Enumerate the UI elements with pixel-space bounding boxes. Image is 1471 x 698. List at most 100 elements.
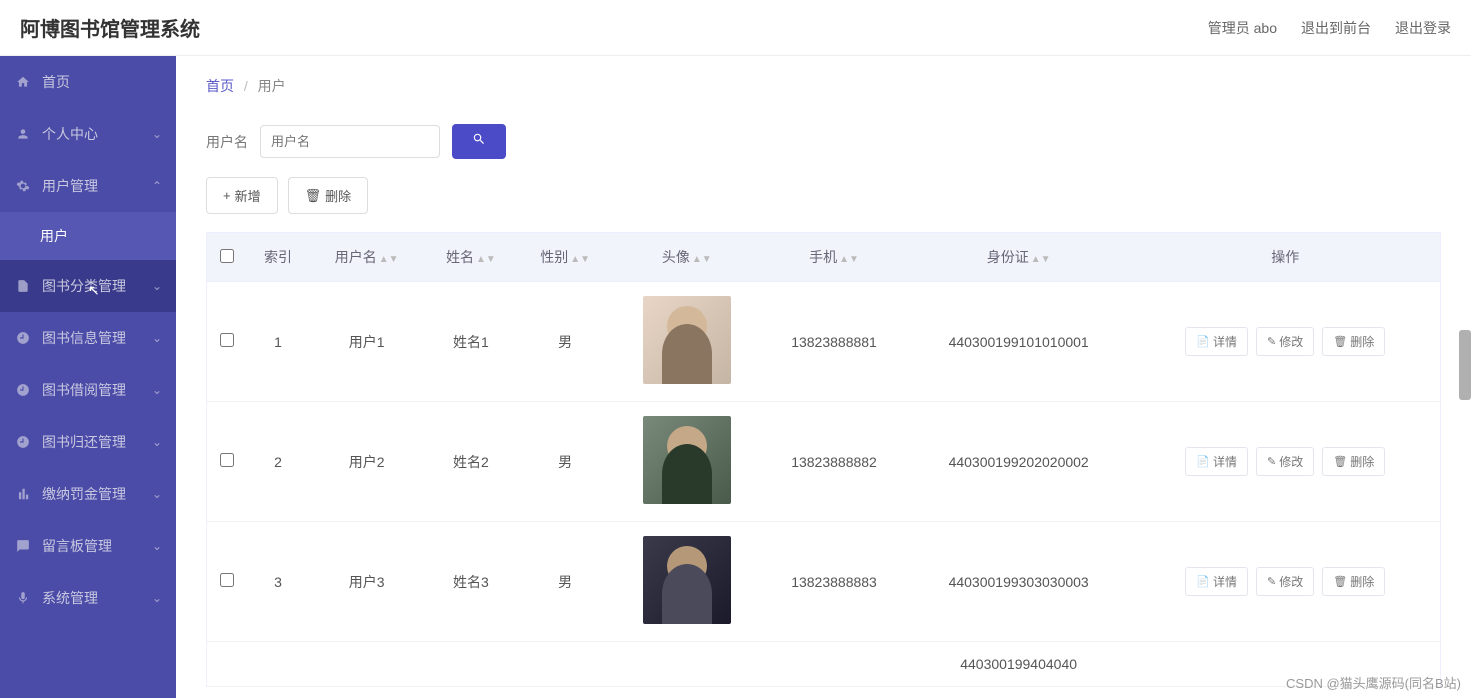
search-row: 用户名 bbox=[206, 124, 1441, 159]
chat-icon bbox=[16, 539, 32, 553]
cell-idcard: 440300199303030003 bbox=[907, 522, 1131, 642]
cell-username: 用户1 bbox=[310, 282, 424, 402]
admin-link[interactable]: 管理员 abo bbox=[1208, 18, 1277, 38]
breadcrumb-home[interactable]: 首页 bbox=[206, 78, 234, 94]
clock-icon bbox=[16, 331, 32, 345]
chevron-down-icon: ⌄ bbox=[152, 383, 162, 397]
sidebar-item-label: 缴纳罚金管理 bbox=[42, 484, 126, 504]
detail-icon: 📄 bbox=[1196, 575, 1210, 588]
breadcrumb-current: 用户 bbox=[258, 78, 286, 94]
chevron-up-icon: ⌃ bbox=[152, 179, 162, 193]
column-header[interactable]: 手机▲▼ bbox=[761, 233, 907, 282]
breadcrumb-separator: / bbox=[244, 78, 248, 94]
column-header[interactable]: 性别▲▼ bbox=[518, 233, 612, 282]
detail-button[interactable]: 📄详情 bbox=[1185, 447, 1248, 476]
chevron-down-icon: ⌄ bbox=[152, 435, 162, 449]
select-all-checkbox[interactable] bbox=[220, 249, 234, 263]
cell-avatar bbox=[612, 282, 761, 402]
sidebar-item-8[interactable]: 留言板管理⌄ bbox=[0, 520, 176, 572]
row-actions: 📄详情 ✎修改 🗑删除 bbox=[1138, 447, 1432, 476]
edit-button[interactable]: ✎修改 bbox=[1256, 447, 1314, 476]
clock-icon bbox=[16, 383, 32, 397]
clock-icon bbox=[16, 435, 32, 449]
gear-icon bbox=[16, 179, 32, 193]
detail-button[interactable]: 📄详情 bbox=[1185, 567, 1248, 596]
trash-icon: 🗑 bbox=[1333, 455, 1347, 468]
sort-icon: ▲▼ bbox=[476, 254, 496, 265]
logout-link[interactable]: 退出登录 bbox=[1395, 18, 1451, 38]
cell-name: 姓名2 bbox=[424, 402, 518, 522]
detail-icon: 📄 bbox=[1196, 455, 1210, 468]
add-button[interactable]: + 新增 bbox=[206, 177, 278, 214]
chevron-down-icon: ⌄ bbox=[152, 487, 162, 501]
sidebar-item-5[interactable]: 图书借阅管理⌄ bbox=[0, 364, 176, 416]
search-button[interactable] bbox=[452, 124, 506, 159]
delete-button[interactable]: 🗑 删除 bbox=[288, 177, 369, 214]
search-input[interactable] bbox=[260, 125, 440, 158]
sidebar-item-0[interactable]: 首页 bbox=[0, 56, 176, 108]
sidebar-subitem[interactable]: 用户 bbox=[0, 212, 176, 260]
avatar bbox=[643, 416, 731, 504]
watermark: CSDN @猫头鹰源码(同名B站) bbox=[1286, 673, 1461, 692]
cell-avatar bbox=[612, 522, 761, 642]
edit-button[interactable]: ✎修改 bbox=[1256, 327, 1314, 356]
sidebar-item-label: 首页 bbox=[42, 72, 70, 92]
cell-idcard: 440300199404040 bbox=[907, 642, 1131, 687]
cell-gender: 男 bbox=[518, 522, 612, 642]
sort-icon: ▲▼ bbox=[379, 254, 399, 265]
home-icon bbox=[16, 75, 32, 89]
column-header[interactable]: 头像▲▼ bbox=[612, 233, 761, 282]
column-header[interactable]: 用户名▲▼ bbox=[310, 233, 424, 282]
sidebar-item-1[interactable]: 个人中心⌄ bbox=[0, 108, 176, 160]
chevron-down-icon: ⌄ bbox=[152, 591, 162, 605]
row-checkbox[interactable] bbox=[220, 453, 234, 467]
sidebar-item-7[interactable]: 缴纳罚金管理 ⌄ bbox=[0, 468, 176, 520]
exit-front-link[interactable]: 退出到前台 bbox=[1301, 18, 1371, 38]
row-actions: 📄详情 ✎修改 🗑删除 bbox=[1138, 327, 1432, 356]
main-content: 首页 / 用户 用户名 + 新增 🗑 删除 索引用户名▲▼姓名▲▼性别▲▼头像▲… bbox=[176, 56, 1471, 698]
edit-icon: ✎ bbox=[1267, 335, 1276, 348]
sidebar-item-label: 用户管理 bbox=[42, 176, 98, 196]
edit-icon: ✎ bbox=[1267, 455, 1276, 468]
cell-name: 姓名3 bbox=[424, 522, 518, 642]
sidebar-item-label: 个人中心 bbox=[42, 124, 98, 144]
sidebar-item-3[interactable]: 图书分类管理⌄ bbox=[0, 260, 176, 312]
sort-icon: ▲▼ bbox=[692, 254, 712, 265]
edit-icon: ✎ bbox=[1267, 575, 1276, 588]
cell-idcard: 440300199202020002 bbox=[907, 402, 1131, 522]
search-icon bbox=[472, 132, 486, 146]
cell-name: 姓名1 bbox=[424, 282, 518, 402]
sidebar-item-label: 系统管理 bbox=[42, 588, 98, 608]
row-delete-button[interactable]: 🗑删除 bbox=[1322, 567, 1385, 596]
avatar bbox=[643, 296, 731, 384]
sidebar-item-4[interactable]: 图书信息管理⌄ bbox=[0, 312, 176, 364]
sort-icon: ▲▼ bbox=[1031, 254, 1051, 265]
cell-index: 1 bbox=[247, 282, 310, 402]
column-header[interactable]: 姓名▲▼ bbox=[424, 233, 518, 282]
cell-phone: 13823888881 bbox=[761, 282, 907, 402]
sidebar: 首页个人中心⌄用户管理⌃用户图书分类管理⌄图书信息管理⌄图书借阅管理⌄图书归还管… bbox=[0, 56, 176, 698]
detail-button[interactable]: 📄详情 bbox=[1185, 327, 1248, 356]
bar-icon bbox=[16, 487, 32, 501]
row-checkbox[interactable] bbox=[220, 333, 234, 347]
row-actions: 📄详情 ✎修改 🗑删除 bbox=[1138, 567, 1432, 596]
column-header[interactable]: 身份证▲▼ bbox=[907, 233, 1131, 282]
app-title: 阿博图书馆管理系统 bbox=[20, 13, 200, 42]
chevron-down-icon: ⌄ bbox=[152, 331, 162, 345]
add-button-label: 新增 bbox=[235, 186, 261, 205]
sidebar-item-6[interactable]: 图书归还管理⌄ bbox=[0, 416, 176, 468]
cell-phone: 13823888883 bbox=[761, 522, 907, 642]
scrollbar[interactable] bbox=[1459, 330, 1471, 400]
edit-button[interactable]: ✎修改 bbox=[1256, 567, 1314, 596]
cell-gender: 男 bbox=[518, 282, 612, 402]
trash-icon: 🗑 bbox=[1333, 335, 1347, 348]
column-header: 操作 bbox=[1130, 233, 1440, 282]
row-delete-button[interactable]: 🗑删除 bbox=[1322, 327, 1385, 356]
column-header: 索引 bbox=[247, 233, 310, 282]
breadcrumb: 首页 / 用户 bbox=[206, 76, 1441, 96]
row-delete-button[interactable]: 🗑删除 bbox=[1322, 447, 1385, 476]
sidebar-item-9[interactable]: 系统管理 ⌄ bbox=[0, 572, 176, 624]
row-checkbox[interactable] bbox=[220, 573, 234, 587]
chevron-down-icon: ⌄ bbox=[152, 279, 162, 293]
sidebar-item-2[interactable]: 用户管理 ⌃ bbox=[0, 160, 176, 212]
